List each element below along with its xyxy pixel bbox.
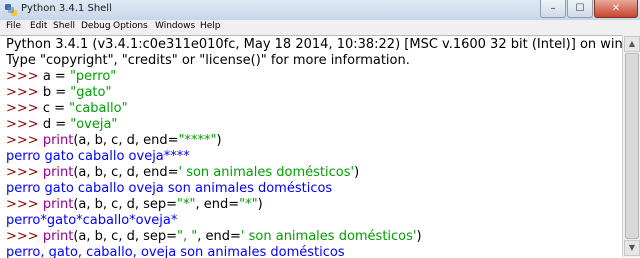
shell-line: >>> print(a, b, c, d, end="****") xyxy=(6,133,222,149)
builtin-print: print xyxy=(42,165,74,180)
code: a = xyxy=(42,69,70,84)
string-literal: "caballo" xyxy=(69,101,128,116)
builtin-print: print xyxy=(42,229,74,244)
scroll-thumb[interactable] xyxy=(625,53,639,239)
code: ) xyxy=(354,165,360,180)
menu-shell[interactable]: Shell xyxy=(53,20,75,33)
shell-text-area[interactable]: Python 3.4.1 (v3.4.1:c0e311e010fc, May 1… xyxy=(0,35,639,258)
shell-line: >>> print(a, b, c, d, end=' son animales… xyxy=(6,165,359,181)
prompt: >>> xyxy=(6,229,43,244)
string-literal: "perro" xyxy=(69,69,117,84)
code: ) xyxy=(216,133,222,148)
builtin-print: print xyxy=(42,133,74,148)
shell-line: >>> b = "gato" xyxy=(6,85,111,101)
prompt: >>> xyxy=(6,165,43,180)
shell-line: >>> print(a, b, c, d, sep=", ", end=' so… xyxy=(6,229,422,245)
string-literal: "gato" xyxy=(70,85,112,100)
string-literal: "*" xyxy=(239,197,258,212)
code: c = xyxy=(42,101,70,116)
output-line: perro*gato*caballo*oveja* xyxy=(6,213,178,228)
code: d = xyxy=(42,117,71,132)
builtin-print: print xyxy=(42,197,74,212)
shell-line: >>> d = "oveja" xyxy=(6,117,117,133)
string-literal: ' son animales domésticos' xyxy=(240,229,417,244)
scroll-down-icon[interactable]: ▼ xyxy=(624,240,640,256)
string-literal: "****" xyxy=(178,133,217,148)
code: b = xyxy=(42,85,71,100)
prompt: >>> xyxy=(6,69,43,84)
prompt: >>> xyxy=(6,133,43,148)
scroll-up-icon[interactable]: ▲ xyxy=(624,36,640,52)
maximize-button[interactable]: ☐ xyxy=(567,0,593,18)
prompt: >>> xyxy=(6,117,43,132)
code: (a, b, c, d, end= xyxy=(73,133,179,148)
string-literal: "oveja" xyxy=(70,117,118,132)
code: ) xyxy=(257,197,263,212)
menu-windows[interactable]: Windows xyxy=(155,20,195,33)
output-line: perro gato caballo oveja son animales do… xyxy=(6,181,333,196)
code: ) xyxy=(416,229,422,244)
string-literal: "*" xyxy=(177,197,196,212)
prompt: >>> xyxy=(6,101,43,116)
title-bar[interactable]: Python 3.4.1 Shell – ☐ ✕ xyxy=(0,0,640,21)
idle-shell-window: Python 3.4.1 Shell – ☐ ✕ File Edit Shell… xyxy=(0,0,640,258)
menu-options[interactable]: Options xyxy=(113,20,148,33)
close-button[interactable]: ✕ xyxy=(594,0,638,18)
menu-bar: File Edit Shell Debug Options Windows He… xyxy=(0,20,640,34)
shell-line: >>> a = "perro" xyxy=(6,69,116,85)
code: (a, b, c, d, sep= xyxy=(73,229,178,244)
output-line: perro, gato, caballo, oveja son animales… xyxy=(6,245,345,258)
prompt: >>> xyxy=(6,197,43,212)
output-line: perro gato caballo oveja**** xyxy=(6,149,190,164)
prompt: >>> xyxy=(6,85,43,100)
minimize-button[interactable]: – xyxy=(540,0,566,18)
menu-edit[interactable]: Edit xyxy=(30,20,47,33)
string-literal: ' son animales domésticos' xyxy=(178,165,355,180)
menu-debug[interactable]: Debug xyxy=(81,20,111,33)
shell-line: >>> print(a, b, c, d, sep="*", end="*") xyxy=(6,197,263,213)
code: , end= xyxy=(197,229,241,244)
code: (a, b, c, d, end= xyxy=(73,165,179,180)
python-icon xyxy=(5,4,17,16)
menu-file[interactable]: File xyxy=(6,20,21,33)
code: , end= xyxy=(195,197,240,212)
window-title: Python 3.4.1 Shell xyxy=(21,3,112,14)
menu-help[interactable]: Help xyxy=(200,20,221,33)
banner-version: Python 3.4.1 (v3.4.1:c0e311e010fc, May 1… xyxy=(6,37,640,52)
string-literal: ", " xyxy=(177,229,198,244)
vertical-scrollbar[interactable]: ▲ ▼ xyxy=(622,35,640,257)
shell-line: >>> c = "caballo" xyxy=(6,101,128,117)
code: (a, b, c, d, sep= xyxy=(73,197,178,212)
banner-info: Type "copyright", "credits" or "license(… xyxy=(6,53,410,68)
